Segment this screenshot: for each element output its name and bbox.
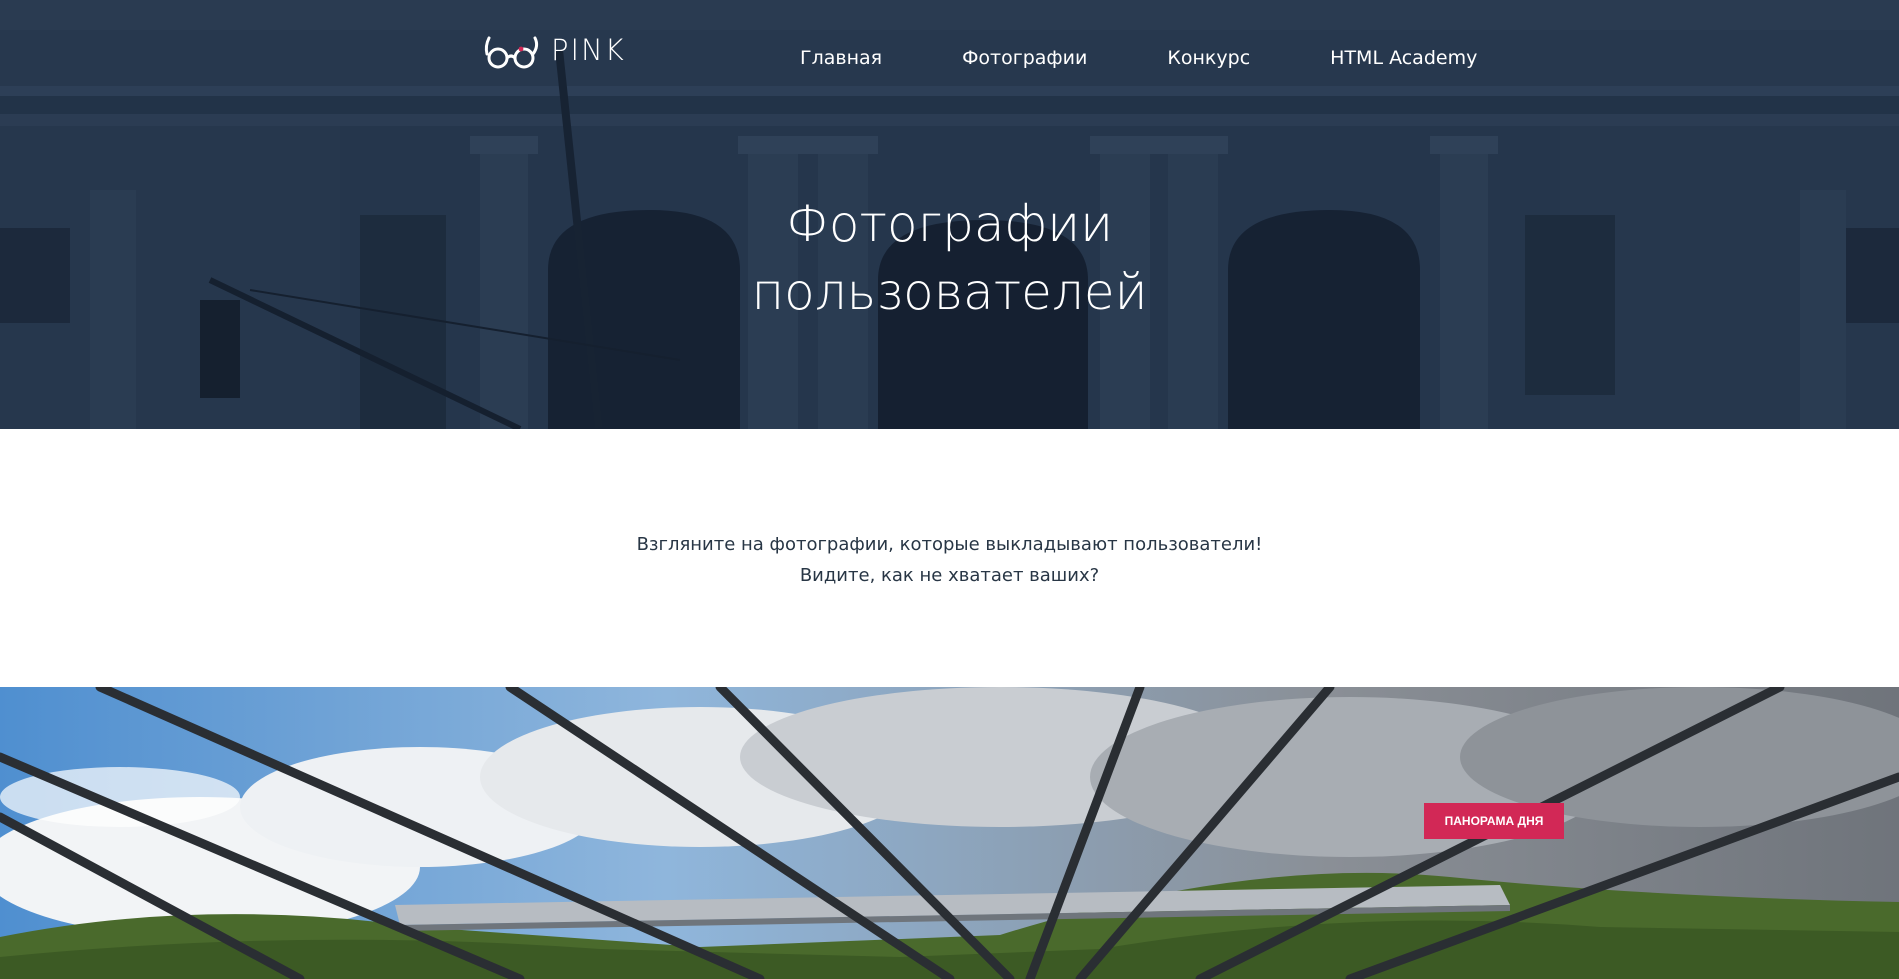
panorama-image: [0, 687, 1899, 979]
panorama-badge: ПАНОРАМА ДНЯ: [1424, 803, 1564, 839]
intro-text-line-1: Взгляните на фотографии, которые выклады…: [636, 534, 1263, 555]
intro-section: Взгляните на фотографии, которые выклады…: [0, 429, 1899, 687]
nav-item-contest: Конкурс: [1127, 44, 1290, 72]
nav-link-html-academy[interactable]: HTML Academy: [1290, 44, 1517, 72]
page-title: Фотографии пользователей: [0, 190, 1899, 326]
main-navigation: Главная Фотографии Конкурс HTML Academy: [760, 44, 1517, 72]
page-title-line-2: пользователей: [751, 263, 1148, 321]
nav-link-photos[interactable]: Фотографии: [922, 44, 1127, 72]
panorama-section: ПАНОРАМА ДНЯ: [0, 687, 1899, 979]
nav-item-home: Главная: [760, 44, 922, 72]
page-header: PINK Главная Фотографии Конкурс HTML Aca…: [0, 0, 1899, 429]
nav-link-contest[interactable]: Конкурс: [1127, 44, 1290, 72]
glasses-icon: [484, 36, 539, 69]
logo-link[interactable]: PINK: [483, 28, 633, 72]
intro-text: Взгляните на фотографии, которые выклады…: [0, 529, 1899, 591]
nav-item-html-academy: HTML Academy: [1290, 44, 1517, 72]
logo-text: PINK: [551, 33, 626, 67]
nav-item-photos: Фотографии: [922, 44, 1127, 72]
nav-link-home[interactable]: Главная: [760, 44, 922, 72]
page-title-line-1: Фотографии: [785, 195, 1114, 253]
intro-text-line-2: Видите, как не хватает ваших?: [799, 565, 1100, 586]
